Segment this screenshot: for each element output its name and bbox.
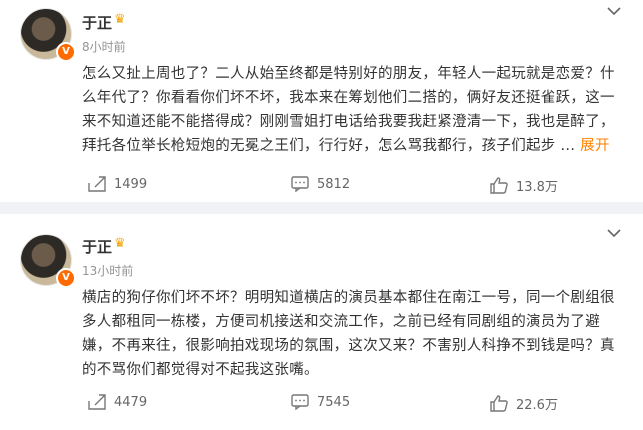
repost-count: 4479: [114, 394, 148, 410]
action-bar: 1499 5812 13.8万: [0, 170, 643, 200]
chevron-down-icon[interactable]: [607, 4, 621, 20]
post-time[interactable]: 13小时前: [82, 262, 133, 279]
thumbs-up-icon: [490, 177, 508, 194]
comment-button[interactable]: 5812: [291, 176, 350, 192]
post-text: 怎么又扯上周也了？二人从始至终都是特别好的朋友，年轻人一起玩就是恋爱？什么年代了…: [82, 66, 615, 154]
chevron-down-icon[interactable]: [607, 226, 621, 242]
post-content: 怎么又扯上周也了？二人从始至终都是特别好的朋友，年轻人一起玩就是恋爱？什么年代了…: [82, 62, 622, 158]
comment-button[interactable]: 7545: [291, 394, 350, 410]
author-name[interactable]: 于正: [82, 12, 112, 33]
repost-icon: [88, 176, 106, 192]
post-content: 横店的狗仔你们坏不坏？明明知道横店的演员基本都住在南江一号，同一个剧组很多人都租…: [82, 286, 622, 382]
repost-icon: [88, 394, 106, 410]
comment-count: 7545: [317, 394, 351, 410]
comment-count: 5812: [317, 176, 351, 192]
like-count: 22.6万: [516, 398, 558, 413]
like-button[interactable]: 22.6万: [490, 394, 558, 413]
post-card: V 于正 ♛ 8小时前 怎么又扯上周也了？二人从始至终都是特别好的朋友，年轻人一…: [0, 0, 643, 202]
author-name[interactable]: 于正: [82, 236, 112, 257]
expand-link[interactable]: 展开: [580, 138, 610, 154]
crown-icon: ♛: [114, 236, 126, 251]
thumbs-up-icon: [490, 395, 508, 412]
repost-button[interactable]: 1499: [88, 176, 147, 192]
repost-button[interactable]: 4479: [88, 394, 147, 410]
verified-badge: V: [56, 268, 76, 288]
action-bar: 4479 7545 22.6万: [0, 388, 643, 418]
post-card: V 于正 ♛ 13小时前 横店的狗仔你们坏不坏？明明知道横店的演员基本都住在南江…: [0, 214, 643, 430]
comment-icon: [291, 176, 309, 192]
crown-icon: ♛: [114, 12, 126, 27]
repost-count: 1499: [114, 176, 148, 192]
like-button[interactable]: 13.8万: [490, 176, 558, 195]
verified-badge: V: [56, 42, 76, 62]
like-count: 13.8万: [516, 180, 558, 195]
comment-icon: [291, 394, 309, 410]
post-time[interactable]: 8小时前: [82, 38, 126, 55]
post-text: 横店的狗仔你们坏不坏？明明知道横店的演员基本都住在南江一号，同一个剧组很多人都租…: [82, 290, 615, 378]
